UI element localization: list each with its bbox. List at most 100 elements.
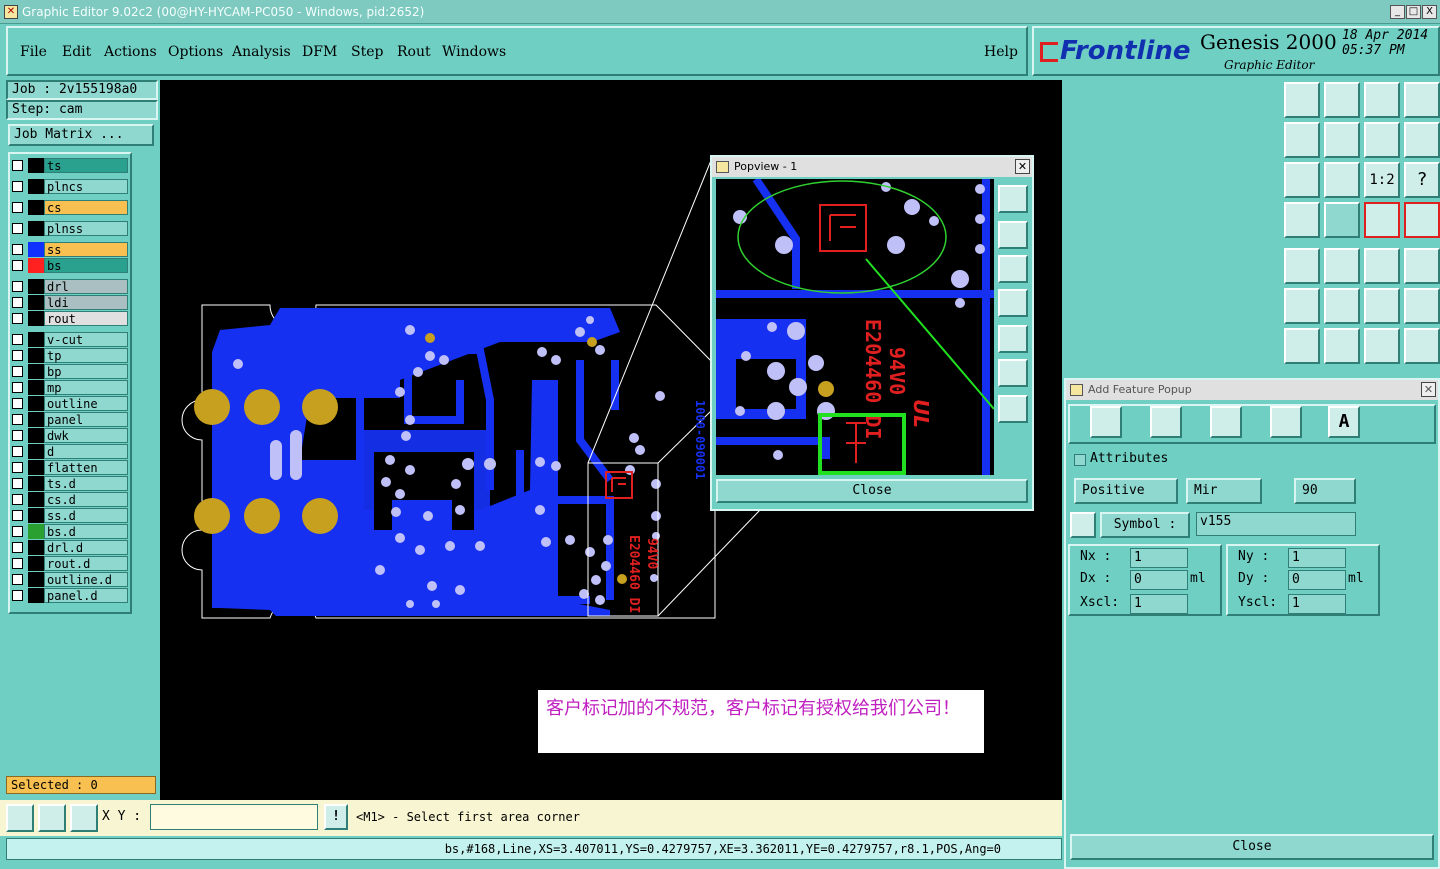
menu-windows[interactable]: Windows bbox=[442, 44, 506, 60]
tool-circle-icon[interactable] bbox=[1404, 248, 1440, 284]
layer-checkbox[interactable] bbox=[12, 366, 23, 377]
tool-angle-icon[interactable] bbox=[1284, 328, 1320, 364]
layer-checkbox[interactable] bbox=[12, 244, 23, 255]
layer-color-swatch[interactable] bbox=[28, 242, 44, 257]
layer-checkbox[interactable] bbox=[12, 297, 23, 308]
tool-move-left-icon[interactable] bbox=[1284, 122, 1320, 158]
layer-color-swatch[interactable] bbox=[28, 348, 44, 363]
popview-pan-right-icon[interactable] bbox=[998, 325, 1028, 353]
layer-color-swatch[interactable] bbox=[28, 572, 44, 587]
layer-checkbox[interactable] bbox=[12, 223, 23, 234]
layer-color-swatch[interactable] bbox=[28, 221, 44, 236]
layer-checkbox[interactable] bbox=[12, 446, 23, 457]
layer-checkbox[interactable] bbox=[12, 414, 23, 425]
feature-pad-icon[interactable] bbox=[1150, 406, 1182, 438]
layer-row-ldi[interactable]: ldi bbox=[10, 295, 128, 310]
layer-color-swatch[interactable] bbox=[28, 508, 44, 523]
layer-row-flatten[interactable]: flatten bbox=[10, 460, 128, 475]
layer-checkbox[interactable] bbox=[12, 574, 23, 585]
ny-input[interactable]: 1 bbox=[1288, 548, 1346, 568]
symbol-picker-icon[interactable] bbox=[1070, 512, 1096, 538]
minimize-button[interactable]: _ bbox=[1390, 5, 1405, 19]
layer-row-d[interactable]: d bbox=[10, 444, 128, 459]
layer-checkbox[interactable] bbox=[12, 558, 23, 569]
layer-color-swatch[interactable] bbox=[28, 200, 44, 215]
layer-row-v-cut[interactable]: v-cut bbox=[10, 332, 128, 347]
select-cross-icon[interactable] bbox=[38, 804, 66, 832]
layer-color-swatch[interactable] bbox=[28, 258, 44, 273]
layer-row-ss.d[interactable]: ss.d bbox=[10, 508, 128, 523]
feature-text-icon[interactable]: A bbox=[1328, 406, 1360, 438]
attributes-checkbox[interactable] bbox=[1074, 454, 1086, 466]
layer-checkbox[interactable] bbox=[12, 462, 23, 473]
layer-color-swatch[interactable] bbox=[28, 460, 44, 475]
popview-zoom-in-icon[interactable] bbox=[998, 221, 1028, 249]
layer-color-swatch[interactable] bbox=[28, 295, 44, 310]
layer-row-ts.d[interactable]: ts.d bbox=[10, 476, 128, 491]
popview-zoom-out-icon[interactable] bbox=[998, 255, 1028, 283]
menu-options[interactable]: Options bbox=[168, 44, 223, 60]
tool-import-icon[interactable] bbox=[1284, 82, 1320, 118]
menu-analysis[interactable]: Analysis bbox=[232, 44, 291, 60]
menu-step[interactable]: Step bbox=[351, 44, 383, 60]
tool-arc-icon[interactable] bbox=[1364, 328, 1400, 364]
layer-color-swatch[interactable] bbox=[28, 332, 44, 347]
alert-icon[interactable]: ! bbox=[324, 804, 348, 830]
layer-checkbox[interactable] bbox=[12, 478, 23, 489]
polarity-select[interactable]: Positive bbox=[1074, 478, 1178, 504]
layer-color-swatch[interactable] bbox=[28, 412, 44, 427]
layer-color-swatch[interactable] bbox=[28, 380, 44, 395]
add-feature-close-button[interactable]: Close bbox=[1070, 834, 1434, 860]
angle-select[interactable]: 90 bbox=[1294, 478, 1356, 504]
layer-checkbox[interactable] bbox=[12, 494, 23, 505]
layer-color-swatch[interactable] bbox=[28, 311, 44, 326]
xy-input[interactable] bbox=[150, 804, 318, 830]
yscl-input[interactable]: 1 bbox=[1288, 594, 1346, 614]
layer-row-bs[interactable]: bs bbox=[10, 258, 128, 273]
layer-row-drl[interactable]: drl bbox=[10, 279, 128, 294]
layer-color-swatch[interactable] bbox=[28, 364, 44, 379]
layer-row-rout.d[interactable]: rout.d bbox=[10, 556, 128, 571]
feature-arc-icon[interactable] bbox=[1270, 406, 1302, 438]
layer-row-panel[interactable]: panel bbox=[10, 412, 128, 427]
menu-file[interactable]: File bbox=[20, 44, 47, 60]
tool-window-icon[interactable] bbox=[1404, 82, 1440, 118]
tool-cross-icon[interactable] bbox=[1324, 288, 1360, 324]
layer-row-outline[interactable]: outline bbox=[10, 396, 128, 411]
symbol-button[interactable]: Symbol : bbox=[1100, 512, 1190, 538]
maximize-button[interactable]: □ bbox=[1406, 5, 1421, 19]
tool-connect-icon[interactable] bbox=[1284, 288, 1320, 324]
layer-row-mp[interactable]: mp bbox=[10, 380, 128, 395]
layer-row-plnss[interactable]: plnss bbox=[10, 221, 128, 236]
layer-checkbox[interactable] bbox=[12, 350, 23, 361]
layer-checkbox[interactable] bbox=[12, 181, 23, 192]
layer-color-swatch[interactable] bbox=[28, 396, 44, 411]
layer-color-swatch[interactable] bbox=[28, 428, 44, 443]
tool-help-icon[interactable]: ? bbox=[1404, 162, 1440, 198]
popview-fit-height-icon[interactable] bbox=[998, 395, 1028, 423]
layer-checkbox[interactable] bbox=[12, 160, 23, 171]
select-area-icon[interactable] bbox=[6, 804, 34, 832]
layer-color-swatch[interactable] bbox=[28, 556, 44, 571]
select-grid-icon[interactable] bbox=[70, 804, 98, 832]
popview-close-icon[interactable]: ✕ bbox=[1015, 159, 1030, 174]
tool-slash-icon[interactable] bbox=[1324, 328, 1360, 364]
layer-checkbox[interactable] bbox=[12, 398, 23, 409]
popview-close-button[interactable]: Close bbox=[716, 479, 1028, 503]
layer-color-swatch[interactable] bbox=[28, 492, 44, 507]
layer-checkbox[interactable] bbox=[12, 430, 23, 441]
layer-row-plncs[interactable]: plncs bbox=[10, 179, 128, 194]
layer-color-swatch[interactable] bbox=[28, 444, 44, 459]
feature-surface-icon[interactable] bbox=[1210, 406, 1242, 438]
layer-checkbox[interactable] bbox=[12, 526, 23, 537]
tool-pad-icon[interactable] bbox=[1284, 248, 1320, 284]
menu-rout[interactable]: Rout bbox=[397, 44, 431, 60]
menu-help[interactable]: Help bbox=[984, 44, 1018, 60]
dy-input[interactable]: 0 bbox=[1288, 570, 1346, 590]
layer-checkbox[interactable] bbox=[12, 382, 23, 393]
layer-checkbox[interactable] bbox=[12, 313, 23, 324]
tool-grid-icon[interactable] bbox=[1324, 202, 1360, 238]
layer-row-cs.d[interactable]: cs.d bbox=[10, 492, 128, 507]
layer-row-ts[interactable]: ts bbox=[10, 158, 128, 173]
layer-checkbox[interactable] bbox=[12, 260, 23, 271]
